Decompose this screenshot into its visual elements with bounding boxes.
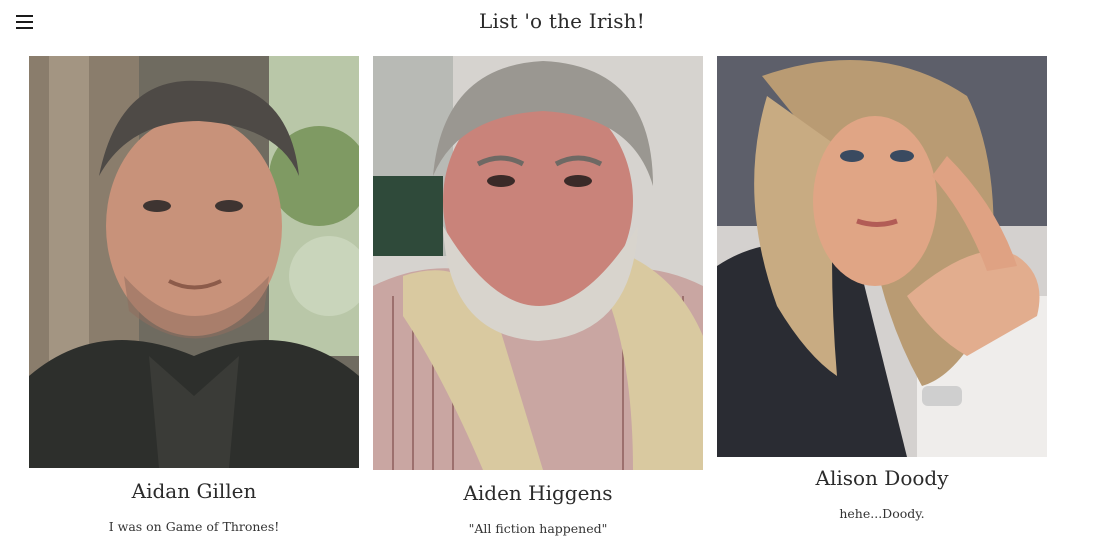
person-photo xyxy=(29,56,359,468)
person-bio: I was on Game of Thrones! xyxy=(108,519,280,534)
top-bar: List 'o the Irish! xyxy=(0,0,1100,48)
person-name: Aiden Higgens xyxy=(463,481,613,505)
person-card: Alison Doody hehe...Doody. xyxy=(717,56,1047,521)
person-name: Aidan Gillen xyxy=(131,479,257,503)
person-bio: "All fiction happened" xyxy=(468,521,608,536)
page-title: List 'o the Irish! xyxy=(479,9,645,33)
person-photo xyxy=(373,56,703,470)
person-card: Aidan Gillen I was on Game of Thrones! xyxy=(29,56,359,534)
person-name: Alison Doody xyxy=(815,466,949,490)
person-photo xyxy=(717,56,1047,457)
person-bio: hehe...Doody. xyxy=(839,506,925,521)
person-card: Aiden Higgens "All fiction happened" xyxy=(373,56,703,536)
